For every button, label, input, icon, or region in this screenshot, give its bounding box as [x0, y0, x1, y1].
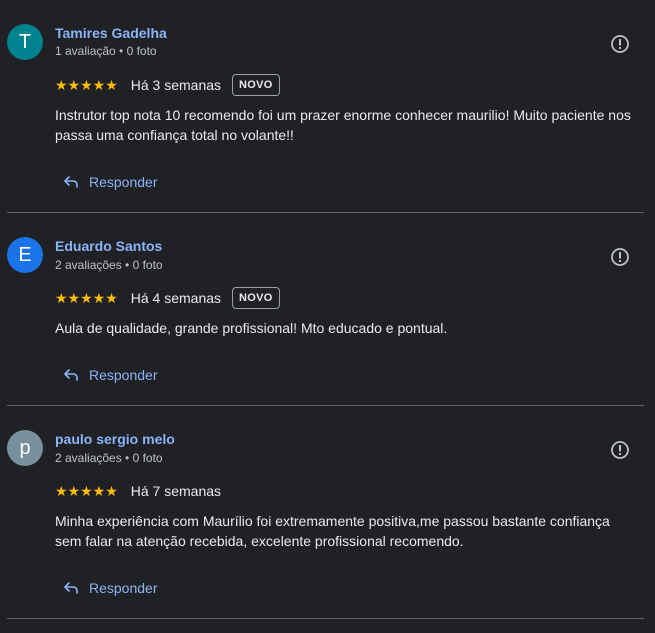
- report-icon[interactable]: [610, 34, 630, 54]
- report-icon[interactable]: [610, 247, 630, 267]
- divider: [7, 618, 644, 619]
- divider: [7, 212, 644, 213]
- reply-label: Responder: [89, 367, 158, 383]
- report-icon[interactable]: [610, 440, 630, 460]
- star-rating: ★★★★★: [55, 483, 118, 499]
- divider: [7, 405, 644, 406]
- review-text: Minha experiência com Maurílio foi extre…: [55, 513, 610, 549]
- reviewer-name[interactable]: Eduardo Santos: [55, 238, 162, 254]
- new-badge: NOVO: [232, 74, 280, 96]
- reply-icon: [64, 369, 78, 381]
- reply-label: Responder: [89, 174, 158, 190]
- reviewer-meta: 2 avaliações • 0 foto: [55, 451, 163, 465]
- avatar[interactable]: p: [7, 430, 43, 466]
- star-rating: ★★★★★: [55, 290, 118, 306]
- reply-button[interactable]: Responder: [63, 363, 158, 387]
- rating-row: ★★★★★ Há 7 semanas: [55, 479, 221, 503]
- reply-label: Responder: [89, 580, 158, 596]
- reviewer-meta: 1 avaliação • 0 foto: [55, 44, 157, 58]
- review-time: Há 3 semanas: [130, 77, 222, 93]
- star-rating: ★★★★★: [55, 77, 118, 93]
- reply-button[interactable]: Responder: [63, 170, 158, 194]
- rating-row: ★★★★★ Há 4 semanas NOVO: [55, 286, 280, 310]
- reviewer-meta: 2 avaliações • 0 foto: [55, 258, 163, 272]
- new-badge: NOVO: [232, 287, 280, 309]
- reviewer-name[interactable]: paulo sergio melo: [55, 431, 175, 447]
- reply-button[interactable]: Responder: [63, 576, 158, 600]
- reviewer-name[interactable]: Tamires Gadelha: [55, 25, 167, 41]
- review-list: T Tamires Gadelha 1 avaliação • 0 foto ★…: [0, 0, 655, 633]
- review-time: Há 4 semanas: [130, 290, 222, 306]
- reply-icon: [64, 582, 78, 594]
- review-time: Há 7 semanas: [130, 483, 222, 499]
- rating-row: ★★★★★ Há 3 semanas NOVO: [55, 73, 280, 97]
- review-text: Aula de qualidade, grande profissional! …: [55, 320, 448, 336]
- avatar[interactable]: E: [7, 237, 43, 273]
- avatar[interactable]: T: [7, 24, 43, 60]
- reply-icon: [64, 176, 78, 188]
- review-text: Instrutor top nota 10 recomendo foi um p…: [55, 107, 631, 143]
